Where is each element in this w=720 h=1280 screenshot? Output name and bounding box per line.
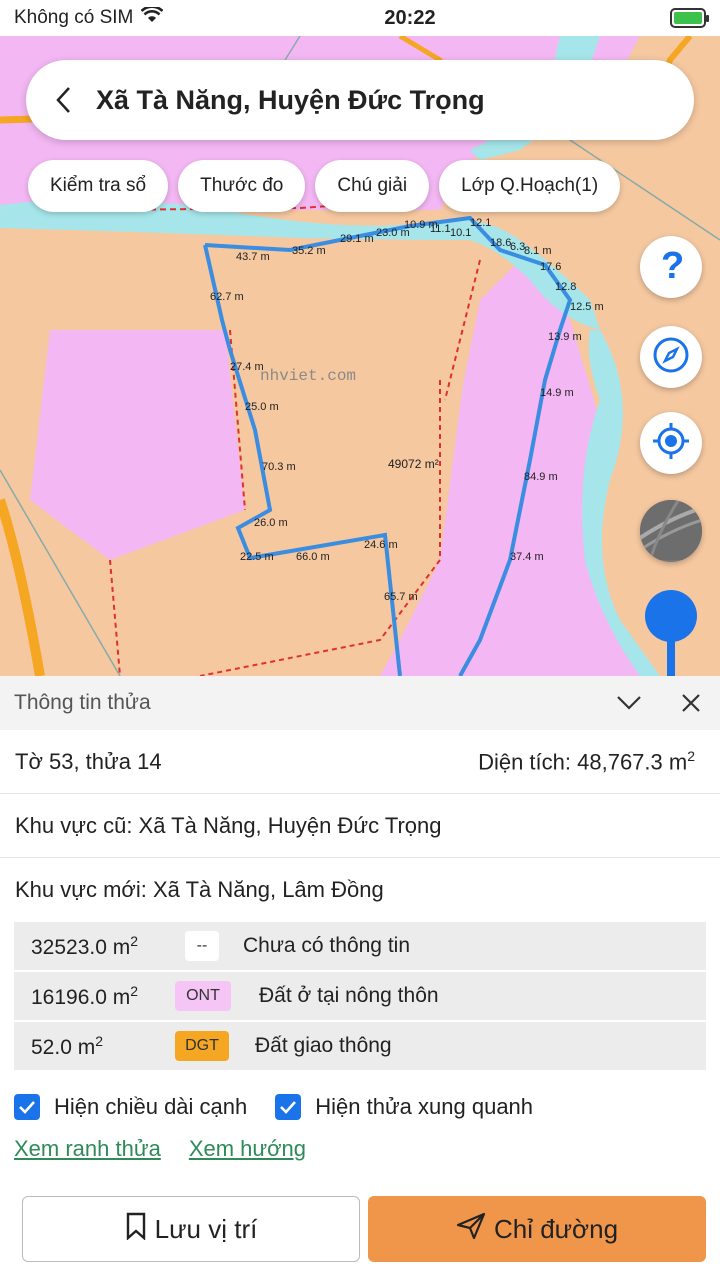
- svg-text:nhviet.com: nhviet.com: [260, 367, 356, 385]
- directions-label: Chỉ đường: [493, 1213, 619, 1244]
- send-icon: [456, 1212, 494, 1247]
- ruler-chip[interactable]: Thước đo: [178, 160, 306, 212]
- svg-text:11.1: 11.1: [430, 223, 451, 235]
- svg-text:?: ?: [661, 245, 684, 285]
- svg-text:24.6 m: 24.6 m: [364, 539, 398, 551]
- display-options: Hiện chiều dài cạnh Hiện thửa xung quanh: [0, 1090, 720, 1124]
- help-icon: ?: [654, 245, 688, 290]
- land-use-row: 52.0 m2 DGT Đất giao thông: [14, 1022, 706, 1072]
- svg-text:70.3 m: 70.3 m: [262, 461, 296, 473]
- svg-text:65.7 m: 65.7 m: [384, 591, 418, 603]
- svg-text:49072 m²: 49072 m²: [388, 457, 439, 471]
- legend-chip[interactable]: Chú giải: [315, 160, 430, 212]
- svg-text:27.4 m: 27.4 m: [230, 361, 264, 373]
- show-edge-length-checkbox[interactable]: Hiện chiều dài cạnh: [14, 1094, 247, 1120]
- satellite-layer-button[interactable]: [640, 500, 702, 562]
- svg-text:25.0 m: 25.0 m: [245, 401, 279, 413]
- parcel-links: Xem ranh thửa Xem hướng: [0, 1136, 720, 1162]
- old-region: Khu vực cũ: Xã Tà Năng, Huyện Đức Trọng: [15, 812, 442, 838]
- land-use-code-badge: DGT: [175, 1031, 229, 1061]
- parcel-row: Tờ 53, thửa 14 Diện tích: 48,767.3 m2: [0, 730, 720, 794]
- land-use-name: Chưa có thông tin: [243, 934, 410, 957]
- bookmark-icon: [125, 1212, 155, 1247]
- view-direction-link[interactable]: Xem hướng: [189, 1136, 306, 1162]
- svg-text:62.7 m: 62.7 m: [210, 291, 244, 303]
- svg-text:29.1 m: 29.1 m: [340, 233, 374, 245]
- svg-text:66.0 m: 66.0 m: [296, 551, 330, 563]
- compass-button[interactable]: [640, 326, 702, 388]
- planning-layer-chip[interactable]: Lớp Q.Hoạch(1): [439, 160, 621, 212]
- parcel-area: Diện tích: 48,767.3 m2: [478, 747, 695, 775]
- close-icon[interactable]: [676, 688, 706, 718]
- svg-text:12.1: 12.1: [470, 217, 491, 229]
- sheet-header: Thông tin thửa: [0, 676, 720, 730]
- land-use-name: Đất giao thông: [255, 1034, 392, 1057]
- carrier-label: Không có SIM: [14, 7, 134, 28]
- svg-text:35.2 m: 35.2 m: [292, 245, 326, 257]
- directions-button[interactable]: Chỉ đường: [368, 1196, 706, 1262]
- show-neighbors-label: Hiện thửa xung quanh: [315, 1094, 534, 1119]
- svg-text:14.9 m: 14.9 m: [540, 387, 574, 399]
- parcel-number: Tờ 53, thửa 14: [15, 748, 162, 774]
- clock: 20:22: [384, 6, 436, 29]
- sheet-title: Thông tin thửa: [14, 691, 151, 714]
- svg-text:18.6: 18.6: [490, 237, 511, 249]
- location-search-bar[interactable]: Xã Tà Năng, Huyện Đức Trọng: [26, 60, 694, 140]
- svg-text:12.5 m: 12.5 m: [570, 301, 604, 313]
- land-use-row: 16196.0 m2 ONT Đất ở tại nông thôn: [14, 972, 706, 1022]
- status-bar: Không có SIM 20:22: [0, 0, 720, 36]
- parcel-info-sheet: Thông tin thửa Tờ 53, thửa 14 Diện tích:…: [0, 676, 720, 1280]
- land-use-area: 52.0 m2: [31, 1032, 103, 1059]
- satellite-layer-icon: [640, 500, 702, 562]
- save-location-button[interactable]: Lưu vị trí: [22, 1196, 360, 1262]
- svg-text:43.7 m: 43.7 m: [236, 251, 270, 263]
- chevron-left-icon[interactable]: [48, 85, 78, 115]
- land-use-name: Đất ở tại nông thôn: [259, 984, 439, 1007]
- svg-text:8.1 m: 8.1 m: [524, 245, 552, 257]
- land-use-area: 16196.0 m2: [31, 982, 139, 1009]
- checkmark-icon: [275, 1094, 302, 1120]
- compass-icon: [651, 335, 691, 380]
- battery-charging-icon: [670, 8, 709, 28]
- svg-text:17.6: 17.6: [540, 261, 561, 273]
- view-boundary-link[interactable]: Xem ranh thửa: [14, 1136, 161, 1162]
- old-region-row: Khu vực cũ: Xã Tà Năng, Huyện Đức Trọng: [0, 794, 720, 858]
- land-use-area: 32523.0 m2: [31, 932, 139, 959]
- checkmark-icon: [14, 1094, 40, 1120]
- save-location-label: Lưu vị trí: [154, 1213, 258, 1244]
- land-use-code-badge: ONT: [175, 981, 231, 1011]
- locate-icon: [651, 421, 691, 466]
- opacity-slider-track[interactable]: [667, 640, 675, 680]
- land-use-table: 32523.0 m2 -- Chưa có thông tin 16196.0 …: [14, 922, 706, 1072]
- svg-text:10.1: 10.1: [450, 227, 471, 239]
- chevron-down-icon[interactable]: [614, 688, 644, 718]
- new-region-row: Khu vực mới: Xã Tà Năng, Lâm Đồng: [0, 858, 720, 922]
- show-edge-length-label: Hiện chiều dài cạnh: [54, 1094, 248, 1119]
- map-tool-chips: Kiểm tra sổ Thước đo Chú giải Lớp Q.Hoạc…: [28, 160, 621, 212]
- locate-button[interactable]: [640, 412, 702, 474]
- svg-text:84.9 m: 84.9 m: [524, 471, 558, 483]
- svg-text:22.5 m: 22.5 m: [240, 551, 274, 563]
- show-neighbors-checkbox[interactable]: Hiện thửa xung quanh: [275, 1094, 533, 1120]
- help-button[interactable]: ?: [640, 236, 702, 298]
- check-book-chip[interactable]: Kiểm tra sổ: [28, 160, 169, 212]
- svg-text:26.0 m: 26.0 m: [254, 517, 288, 529]
- svg-text:37.4 m: 37.4 m: [510, 551, 544, 563]
- new-region: Khu vực mới: Xã Tà Năng, Lâm Đồng: [15, 877, 384, 902]
- svg-text:12.8: 12.8: [555, 281, 576, 293]
- action-buttons: Lưu vị trí Chỉ đường: [22, 1196, 706, 1262]
- land-use-code-badge: --: [185, 931, 219, 961]
- svg-text:13.9 m: 13.9 m: [548, 331, 582, 343]
- wifi-icon: [140, 5, 164, 29]
- location-title: Xã Tà Năng, Huyện Đức Trọng: [96, 84, 485, 115]
- land-use-row: 32523.0 m2 -- Chưa có thông tin: [14, 922, 706, 972]
- svg-text:6.3: 6.3: [510, 241, 525, 253]
- opacity-slider-handle[interactable]: [645, 590, 697, 642]
